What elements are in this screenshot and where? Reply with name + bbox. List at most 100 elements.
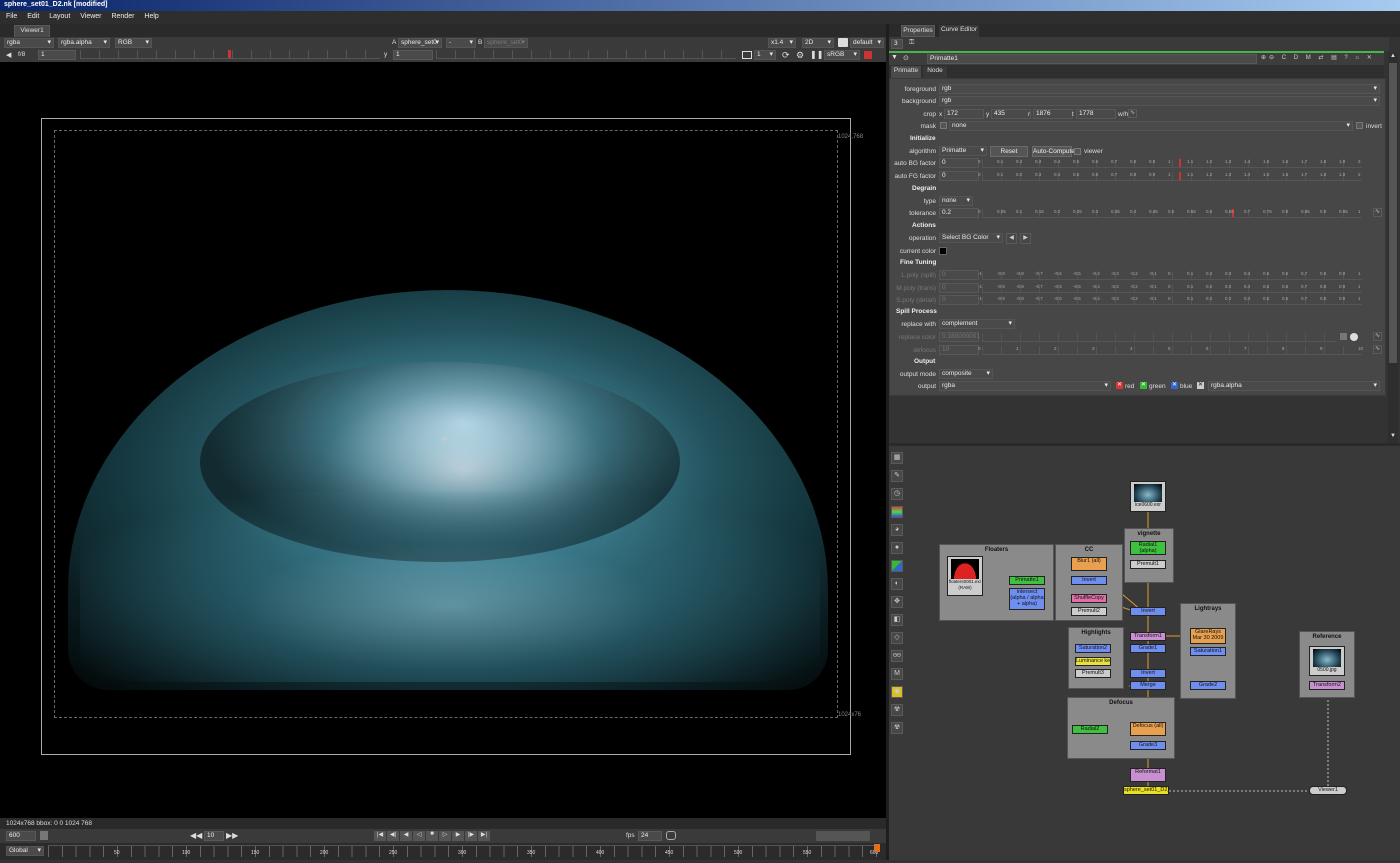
menu-render[interactable]: Render	[111, 13, 134, 20]
header-buttons[interactable]: ⊕⊖ C D M ⇄ ▤ ? ⌂ ✕	[1261, 54, 1375, 61]
node-intersect[interactable]: intersect (alpha / alpha + alpha)	[1009, 588, 1045, 610]
scroll-thumb[interactable]	[1389, 63, 1397, 363]
wipe-op-dropdown[interactable]: -	[446, 38, 476, 48]
menu-help[interactable]: Help	[144, 13, 158, 20]
tolerance-anim-icon[interactable]: ∿	[1373, 208, 1382, 217]
node-premult2[interactable]: Premult2	[1071, 607, 1107, 616]
tab-primatte[interactable]: Primatte	[891, 66, 921, 78]
menu-viewer[interactable]: Viewer	[80, 13, 101, 20]
output-channels-dropdown[interactable]: rgba	[939, 381, 1111, 391]
first-frame-icon[interactable]: |◀	[374, 831, 386, 841]
viewer-canvas[interactable]: + 1024,768 1024x76	[0, 62, 886, 818]
max-panels-field[interactable]: 3	[891, 39, 903, 49]
menu-layout[interactable]: Layout	[49, 13, 70, 20]
tolerance-field[interactable]: 0.2	[939, 208, 979, 218]
play-back-icon[interactable]: ◁	[413, 831, 425, 841]
crop-y-field[interactable]: 435	[991, 109, 1031, 119]
node-reformat[interactable]: Reformat1	[1130, 768, 1166, 782]
tab-node[interactable]: Node	[923, 66, 947, 78]
play-icon[interactable]: ▷	[439, 831, 451, 841]
gamma-slider[interactable]	[436, 50, 736, 59]
node-viewer1[interactable]: Viewer1	[1309, 786, 1347, 795]
next-frame-icon[interactable]: ▶	[452, 831, 464, 841]
read-node-top[interactable]: ice0600.exr	[1130, 481, 1166, 512]
alpha-channel-dropdown[interactable]: rgba.alpha	[1208, 381, 1380, 391]
node-primatte[interactable]: Primatte1	[1009, 576, 1045, 585]
tab-properties[interactable]: Properties	[901, 25, 935, 37]
mask-dropdown[interactable]: none	[949, 121, 1353, 131]
gain-slider[interactable]	[80, 50, 380, 59]
background-dropdown[interactable]: rgb	[939, 96, 1380, 106]
color-wheel-icon[interactable]	[1350, 333, 1358, 341]
node-glarerays[interactable]: GlareRays Mar 30 2009	[1190, 628, 1226, 644]
mask-checkbox[interactable]	[940, 122, 947, 129]
tab-curve-editor[interactable]: Curve Editor	[939, 25, 979, 37]
node-radial2[interactable]: Radial2	[1072, 725, 1108, 734]
step-back-icon[interactable]: ◀◀	[190, 831, 202, 840]
proxy-dropdown[interactable]: 1	[754, 50, 776, 60]
timeline[interactable]: Global 50 100 150 200 250 300 350 400 45…	[0, 843, 886, 860]
read-node-floaters[interactable]: floaters0001.exr (RAW)	[947, 556, 983, 596]
channels-dropdown[interactable]: rgba	[4, 38, 54, 48]
reset-button[interactable]: Reset	[990, 146, 1028, 157]
med-field[interactable]: 0	[939, 283, 979, 293]
current-color-swatch[interactable]	[939, 247, 947, 255]
node-premult3[interactable]: Premult3	[1075, 669, 1111, 678]
clipping-warning-icon[interactable]	[864, 51, 872, 59]
stop-icon[interactable]: ■	[426, 831, 438, 841]
alpha-check-icon[interactable]: ✕	[1197, 382, 1204, 389]
replace-color-slider[interactable]	[982, 333, 1337, 342]
node-graph[interactable]: ▦ ✎ ◷ ◕ ● ◐ ✥ ◧ ◇ ΘΘ M ◉ ☢ ☢ Floaters CC…	[889, 443, 1400, 860]
properties-scrollbar[interactable]: ▲ ▼	[1388, 53, 1398, 443]
invert-checkbox[interactable]	[1356, 122, 1363, 129]
red-check-icon[interactable]: ✕	[1116, 382, 1123, 389]
foreground-dropdown[interactable]: rgb	[939, 84, 1380, 94]
node-write[interactable]: sphere_set01_D2_Write	[1123, 786, 1169, 795]
gamma-field[interactable]: 1	[393, 50, 433, 60]
prev-frame-icon[interactable]: ◀	[400, 831, 412, 841]
defocus-slider[interactable]	[982, 346, 1362, 355]
operation-next-icon[interactable]: ▶	[1020, 233, 1031, 244]
replace-color-swatch[interactable]	[1340, 333, 1347, 340]
lut-dropdown[interactable]: default	[850, 38, 884, 48]
node-premult1[interactable]: Premult1	[1130, 560, 1166, 569]
viewer-checkbox[interactable]	[1074, 148, 1081, 155]
fps-field[interactable]: 24	[638, 831, 662, 841]
loop-icon[interactable]	[666, 831, 676, 840]
node-saturation1[interactable]: Saturation1	[1190, 647, 1226, 656]
lock-icon[interactable]	[40, 831, 48, 840]
crop-anim-icon[interactable]: ∿	[1128, 109, 1137, 118]
node-radial1[interactable]: Radial1 (alpha)	[1130, 541, 1166, 555]
node-blur[interactable]: Blur1 (all)	[1071, 557, 1107, 571]
proxy-icon[interactable]	[742, 51, 752, 59]
node-transform1[interactable]: Transform1	[1130, 632, 1166, 641]
menu-edit[interactable]: Edit	[27, 13, 39, 20]
display-dropdown[interactable]: sRGB	[824, 50, 860, 60]
scroll-up-icon[interactable]: ▲	[1390, 53, 1396, 59]
node-name-field[interactable]: Primatte1	[927, 54, 1257, 64]
node-grade2[interactable]: Grade2	[1190, 681, 1226, 690]
gain-field[interactable]: 1	[38, 50, 76, 60]
output-mode-dropdown[interactable]: composite	[939, 369, 993, 379]
collapse-icon[interactable]: ▼	[891, 54, 898, 61]
refresh-icon[interactable]: ⟳	[782, 50, 790, 61]
last-frame-icon[interactable]: ▶|	[478, 831, 490, 841]
auto-bg-handle[interactable]	[1179, 159, 1181, 167]
crop-t-field[interactable]: 1778	[1076, 109, 1116, 119]
replace-with-dropdown[interactable]: complement	[939, 319, 1015, 329]
menu-file[interactable]: File	[6, 13, 17, 20]
auto-fg-handle[interactable]	[1179, 172, 1181, 180]
node-luminance-key[interactable]: Luminance key	[1075, 657, 1111, 666]
node-invert2[interactable]: Invert	[1130, 607, 1166, 616]
node-color-icon[interactable]: ⊙	[903, 54, 909, 62]
camera-icon[interactable]	[838, 38, 848, 47]
lock-panels-icon[interactable]: ⚿	[909, 39, 914, 47]
input-b-dropdown[interactable]: sphere_set0	[484, 38, 528, 48]
settings-gear-icon[interactable]: ⚙	[796, 50, 804, 61]
node-grade3[interactable]: Grade3	[1130, 741, 1166, 750]
replace-color-field[interactable]: 0.180000001	[939, 332, 980, 342]
defocus-anim-icon[interactable]: ∿	[1373, 345, 1382, 354]
defocus-field[interactable]: 10	[939, 345, 979, 355]
playhead[interactable]	[874, 844, 880, 852]
timeline-extra-field[interactable]	[816, 831, 870, 841]
